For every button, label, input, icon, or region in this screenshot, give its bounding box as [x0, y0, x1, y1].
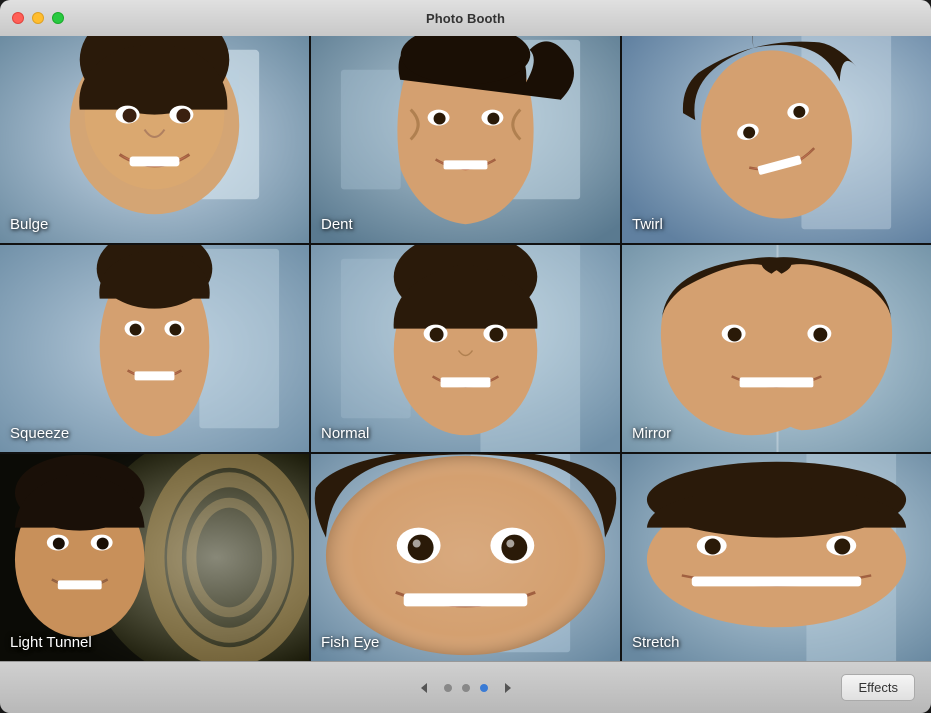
effect-cell-twirl[interactable]: Twirl: [622, 36, 931, 243]
effect-cell-dent[interactable]: Dent: [311, 36, 620, 243]
effect-cell-normal[interactable]: Normal: [311, 245, 620, 452]
effect-cell-squeeze[interactable]: Squeeze: [0, 245, 309, 452]
nav-dot-2[interactable]: [462, 684, 470, 692]
effects-button[interactable]: Effects: [841, 674, 915, 701]
nav-controls: [414, 678, 518, 698]
effect-cell-bulge[interactable]: Bulge: [0, 36, 309, 243]
effect-cell-light-tunnel[interactable]: Light Tunnel: [0, 454, 309, 661]
window-title: Photo Booth: [426, 11, 505, 26]
titlebar: Photo Booth: [0, 0, 931, 36]
effect-cell-fish-eye[interactable]: Fish Eye: [311, 454, 620, 661]
close-button[interactable]: [12, 12, 24, 24]
maximize-button[interactable]: [52, 12, 64, 24]
app-window: Photo Booth: [0, 0, 931, 713]
nav-dot-1[interactable]: [444, 684, 452, 692]
nav-dot-3[interactable]: [480, 684, 488, 692]
nav-prev-button[interactable]: [414, 678, 434, 698]
effects-grid: Bulge: [0, 36, 931, 661]
toolbar: Effects: [0, 661, 931, 713]
effect-cell-stretch[interactable]: Stretch: [622, 454, 931, 661]
traffic-lights: [12, 12, 64, 24]
effect-cell-mirror[interactable]: Mirror: [622, 245, 931, 452]
nav-next-button[interactable]: [498, 678, 518, 698]
minimize-button[interactable]: [32, 12, 44, 24]
